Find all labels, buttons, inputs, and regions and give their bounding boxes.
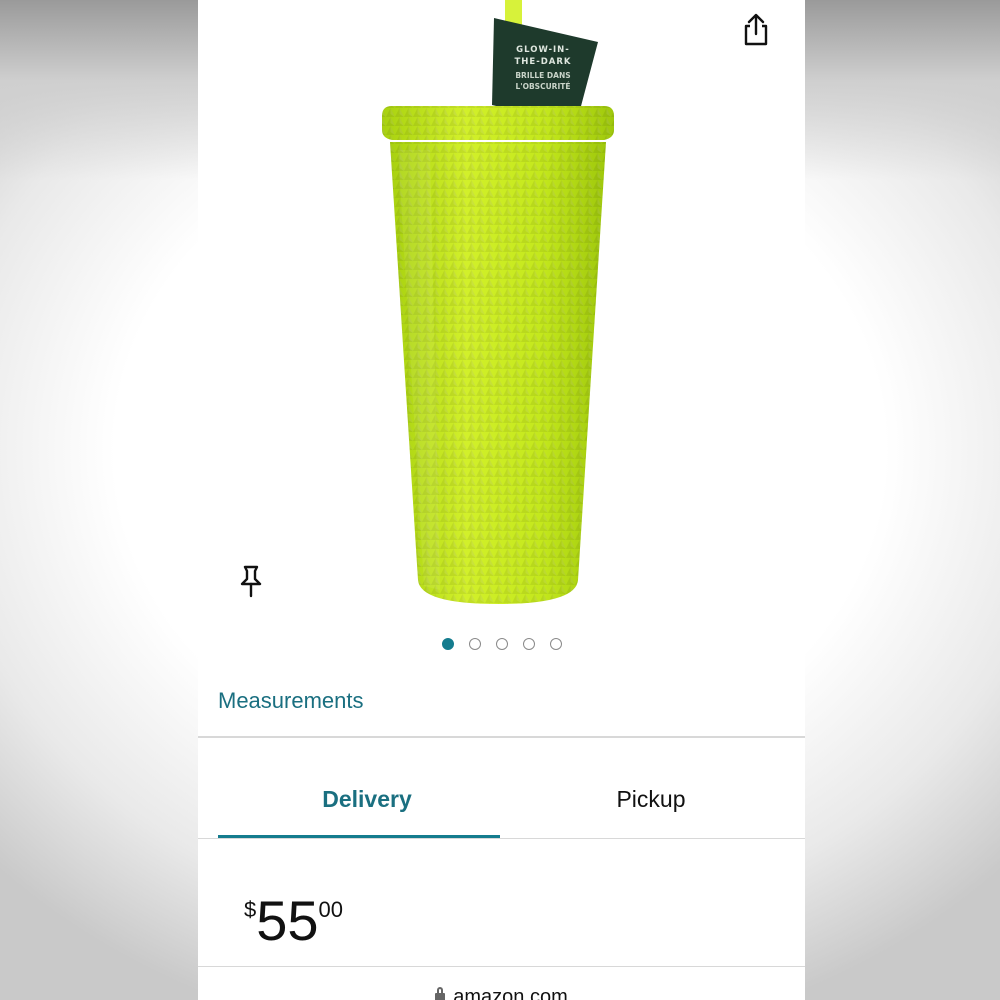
url-container: amazon.com xyxy=(198,986,805,1000)
pushpin-icon[interactable] xyxy=(236,563,266,599)
carousel-dot-1[interactable] xyxy=(441,638,454,650)
url-text: amazon.com xyxy=(453,986,568,1000)
tag-text-3: BRILLE DANS xyxy=(515,71,570,80)
divider xyxy=(198,736,805,738)
carousel-dot-5[interactable] xyxy=(549,638,562,650)
price-fraction: 00 xyxy=(318,897,344,922)
phone-screen: GLOW-IN- THE-DARK BRILLE DANS L'OBSCURIT… xyxy=(198,0,805,1000)
tab-pickup[interactable]: Pickup xyxy=(500,786,802,813)
share-icon[interactable] xyxy=(738,12,774,48)
tag-text-2: THE-DARK xyxy=(514,57,571,67)
tag-text-1: GLOW-IN- xyxy=(516,45,570,55)
price-whole: 55 xyxy=(256,889,319,952)
carousel-dot-2[interactable] xyxy=(468,638,481,650)
divider xyxy=(198,838,805,839)
divider xyxy=(198,966,805,967)
tag-text-4: L'OBSCURITÉ xyxy=(516,82,571,91)
carousel-dot-4[interactable] xyxy=(522,638,535,650)
product-image[interactable]: GLOW-IN- THE-DARK BRILLE DANS L'OBSCURIT… xyxy=(368,0,638,610)
tab-delivery[interactable]: Delivery xyxy=(216,786,518,813)
lock-icon xyxy=(435,987,446,1000)
image-carousel-indicator xyxy=(198,638,805,656)
measurements-link[interactable]: Measurements xyxy=(218,688,364,714)
price-currency: $ xyxy=(244,897,257,922)
browser-address-bar[interactable]: amazon.com xyxy=(198,968,805,1000)
price: $5500 xyxy=(244,893,343,949)
carousel-dot-3[interactable] xyxy=(495,638,508,650)
